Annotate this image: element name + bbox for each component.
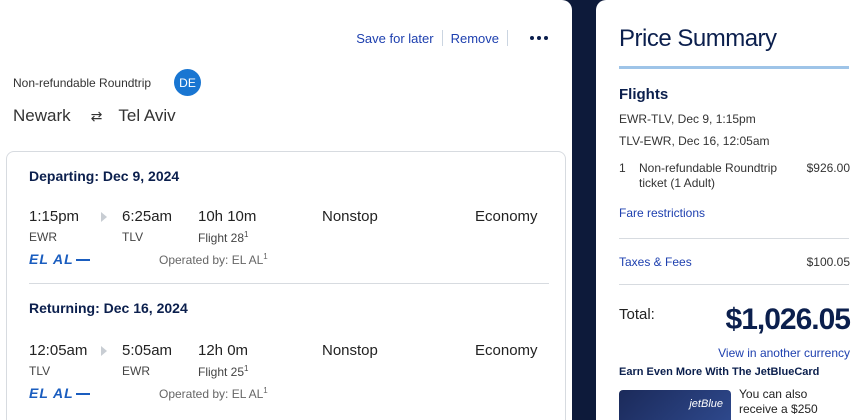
arrive-code: TLV — [122, 230, 144, 244]
taxes-fees-link[interactable]: Taxes & Fees — [619, 255, 692, 269]
segment-title: Departing: Dec 9, 2024 — [29, 168, 180, 184]
arrow-right-icon — [101, 212, 107, 222]
leg-return: TLV-EWR, Dec 16, 12:05am — [619, 134, 770, 148]
fare-restrictions-link[interactable]: Fare restrictions — [619, 206, 705, 220]
credit-card-image[interactable]: jetBlue — [619, 390, 731, 420]
arrive-time: 6:25am — [122, 208, 173, 225]
arrow-right-icon — [101, 346, 107, 356]
save-for-later-link[interactable]: Save for later — [356, 31, 433, 46]
duration: 12h 0m — [198, 342, 249, 359]
cabin-class: Economy — [475, 208, 538, 225]
airline-logo: EL AL — [29, 385, 90, 401]
card-offer-text: You can also receive a $250 — [739, 387, 818, 416]
price-summary-card: Price Summary Flights EWR-TLV, Dec 9, 1:… — [596, 0, 868, 420]
swap-arrows-icon: ⇄ — [90, 107, 103, 124]
action-divider — [507, 30, 508, 46]
total-label: Total: — [619, 306, 655, 323]
price-summary-title: Price Summary — [619, 25, 777, 52]
summary-divider — [619, 238, 849, 239]
stops: Nonstop — [322, 342, 378, 359]
leg-outbound: EWR-TLV, Dec 9, 1:15pm — [619, 112, 756, 126]
traveler-avatar: DE — [174, 69, 201, 96]
trip-type-label: Non-refundable Roundtrip — [13, 76, 152, 90]
route-heading: Newark ⇄ Tel Aviv — [13, 106, 176, 126]
remove-link[interactable]: Remove — [451, 31, 499, 46]
operated-by: Operated by: EL AL1 — [159, 386, 268, 401]
depart-time: 1:15pm — [29, 208, 80, 225]
more-options-icon[interactable] — [526, 32, 552, 44]
stops: Nonstop — [322, 208, 378, 225]
depart-time: 12:05am — [29, 342, 88, 359]
arrive-code: EWR — [122, 364, 150, 378]
cabin-class: Economy — [475, 342, 538, 359]
segment-divider — [29, 283, 549, 284]
depart-code: EWR — [29, 230, 57, 244]
segment-returning: Returning: Dec 16, 2024 — [29, 300, 549, 316]
earn-heading: Earn Even More With The JetBlueCard — [619, 366, 820, 378]
view-currency-link[interactable]: View in another currency — [718, 346, 850, 360]
depart-code: TLV — [29, 364, 51, 378]
flight-number: Flight 251 — [198, 364, 249, 379]
title-accent-rule — [619, 66, 849, 69]
summary-divider — [619, 284, 849, 285]
flights-heading: Flights — [619, 86, 669, 103]
origin-city: Newark — [13, 106, 71, 125]
action-divider — [441, 30, 443, 46]
airline-logo: EL AL — [29, 251, 90, 267]
taxes-fees-value: $100.05 — [806, 255, 850, 269]
operated-by: Operated by: EL AL1 — [159, 252, 268, 267]
ticket-price: $926.00 — [806, 161, 850, 175]
duration: 10h 10m — [198, 208, 257, 225]
segment-departing: Departing: Dec 9, 2024 — [29, 168, 549, 184]
flight-number: Flight 281 — [198, 230, 249, 245]
flight-segments-box: Departing: Dec 9, 2024 1:15pm EWR 6:25am… — [6, 151, 566, 420]
destination-city: Tel Aviv — [118, 106, 176, 125]
ticket-description: Non-refundable Roundtrip ticket (1 Adult… — [639, 161, 778, 190]
arrive-time: 5:05am — [122, 342, 173, 359]
trip-details-card: Save for later Remove Non-refundable Rou… — [0, 0, 572, 420]
card-brand: jetBlue — [689, 398, 723, 410]
ticket-quantity: 1 — [619, 161, 626, 175]
segment-title: Returning: Dec 16, 2024 — [29, 300, 188, 316]
total-value: $1,026.05 — [725, 303, 851, 336]
trip-actions: Save for later Remove — [356, 30, 552, 46]
